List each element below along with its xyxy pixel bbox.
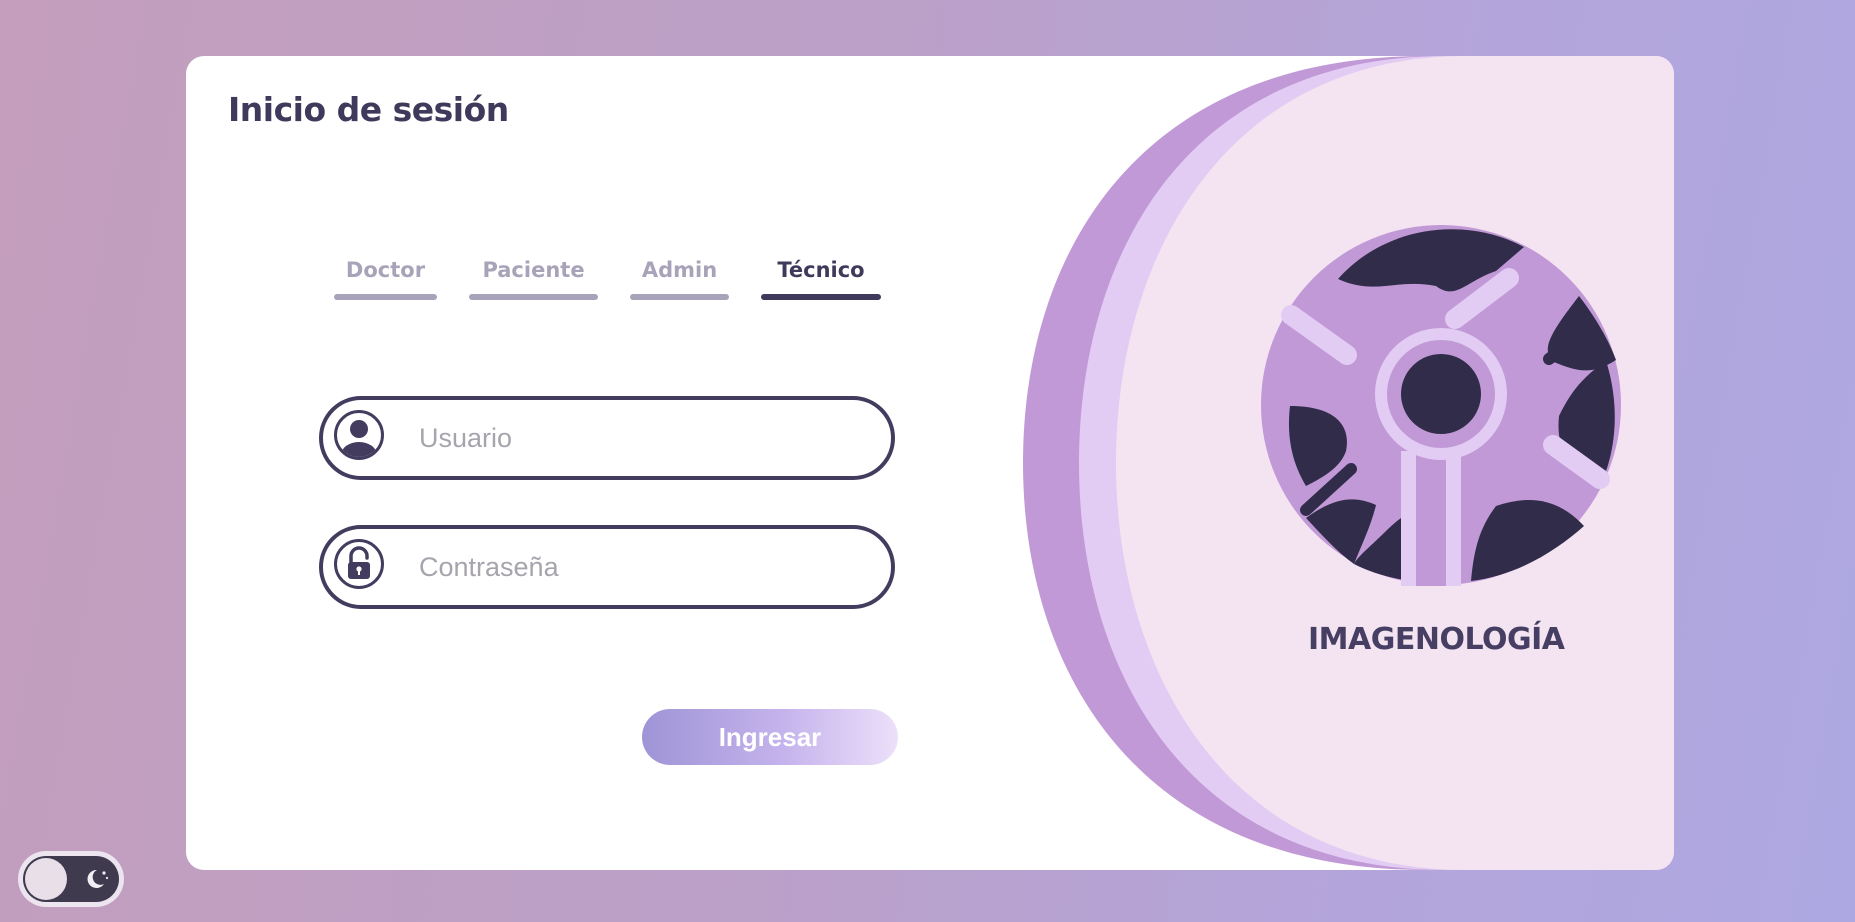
aperture-wheel-logo (1261, 225, 1621, 586)
moon-stars-icon (87, 869, 109, 888)
brand-name: IMAGENOLOGÍA (1308, 622, 1565, 657)
login-card: Inicio de sesión Doctor Paciente Admin T… (186, 56, 1674, 870)
theme-toggle[interactable] (18, 851, 124, 907)
theme-toggle-track (23, 856, 119, 902)
brand-panel (1023, 56, 1674, 870)
theme-toggle-knob (25, 858, 67, 900)
